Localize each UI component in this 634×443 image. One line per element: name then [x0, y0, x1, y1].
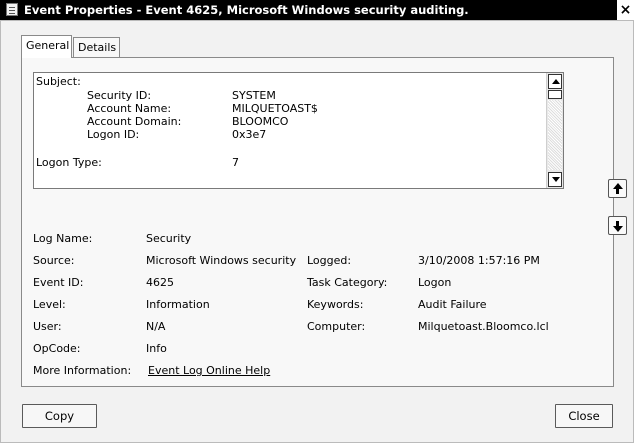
log-name-value: Security [146, 232, 192, 245]
tab-details[interactable]: Details [73, 37, 120, 57]
close-icon[interactable]: × [617, 0, 634, 20]
scroll-down-icon[interactable] [548, 172, 562, 187]
event-log-online-help-link[interactable]: Event Log Online Help [148, 364, 270, 377]
logon-type-value: 7 [232, 156, 239, 169]
logged-label: Logged: [307, 254, 352, 267]
copy-button[interactable]: Copy [22, 404, 97, 428]
security-id-value: SYSTEM [232, 89, 276, 102]
logged-value: 3/10/2008 1:57:16 PM [418, 254, 540, 267]
opcode-value: Info [146, 342, 167, 355]
next-event-down-icon[interactable] [608, 216, 627, 235]
logon-id-value: 0x3e7 [232, 128, 267, 141]
event-viewer-icon [6, 3, 18, 16]
previous-event-up-icon[interactable] [608, 179, 627, 198]
event-id-label: Event ID: [33, 276, 84, 289]
event-description-box[interactable]: Subject: Security ID: SYSTEM Account Nam… [33, 72, 564, 189]
task-category-label: Task Category: [307, 276, 388, 289]
task-category-value: Logon [418, 276, 452, 289]
close-button[interactable]: Close [555, 404, 613, 428]
window-title: Event Properties - Event 4625, Microsoft… [24, 3, 469, 17]
user-label: User: [33, 320, 62, 333]
source-label: Source: [33, 254, 75, 267]
computer-label: Computer: [307, 320, 366, 333]
subject-header: Subject: [36, 75, 81, 88]
logon-id-label: Logon ID: [87, 128, 140, 141]
security-id-label: Security ID: [87, 89, 152, 102]
scroll-up-icon[interactable] [548, 74, 562, 89]
source-value: Microsoft Windows security [146, 254, 297, 267]
more-information-label: More Information: [33, 364, 132, 377]
opcode-label: OpCode: [33, 342, 81, 355]
tab-general[interactable]: General [21, 35, 72, 58]
level-value: Information [146, 298, 210, 311]
description-scrollbar[interactable] [546, 73, 563, 188]
general-tab-panel: Subject: Security ID: SYSTEM Account Nam… [21, 57, 614, 387]
keywords-label: Keywords: [307, 298, 364, 311]
account-domain-value: BLOOMCO [232, 115, 289, 128]
account-name-value: MILQUETOAST$ [232, 102, 318, 115]
scroll-thumb[interactable] [548, 90, 562, 99]
logon-type-label: Logon Type: [36, 156, 102, 169]
user-value: N/A [146, 320, 166, 333]
account-domain-label: Account Domain: [87, 115, 182, 128]
computer-value: Milquetoast.Bloomco.lcl [418, 320, 549, 333]
level-label: Level: [33, 298, 66, 311]
event-properties-dialog: General Details Subject: Security ID: SY… [0, 20, 634, 443]
log-name-label: Log Name: [33, 232, 93, 245]
event-id-value: 4625 [146, 276, 174, 289]
title-bar[interactable]: Event Properties - Event 4625, Microsoft… [0, 0, 634, 20]
account-name-label: Account Name: [87, 102, 172, 115]
scroll-track[interactable] [548, 100, 562, 170]
keywords-value: Audit Failure [418, 298, 487, 311]
